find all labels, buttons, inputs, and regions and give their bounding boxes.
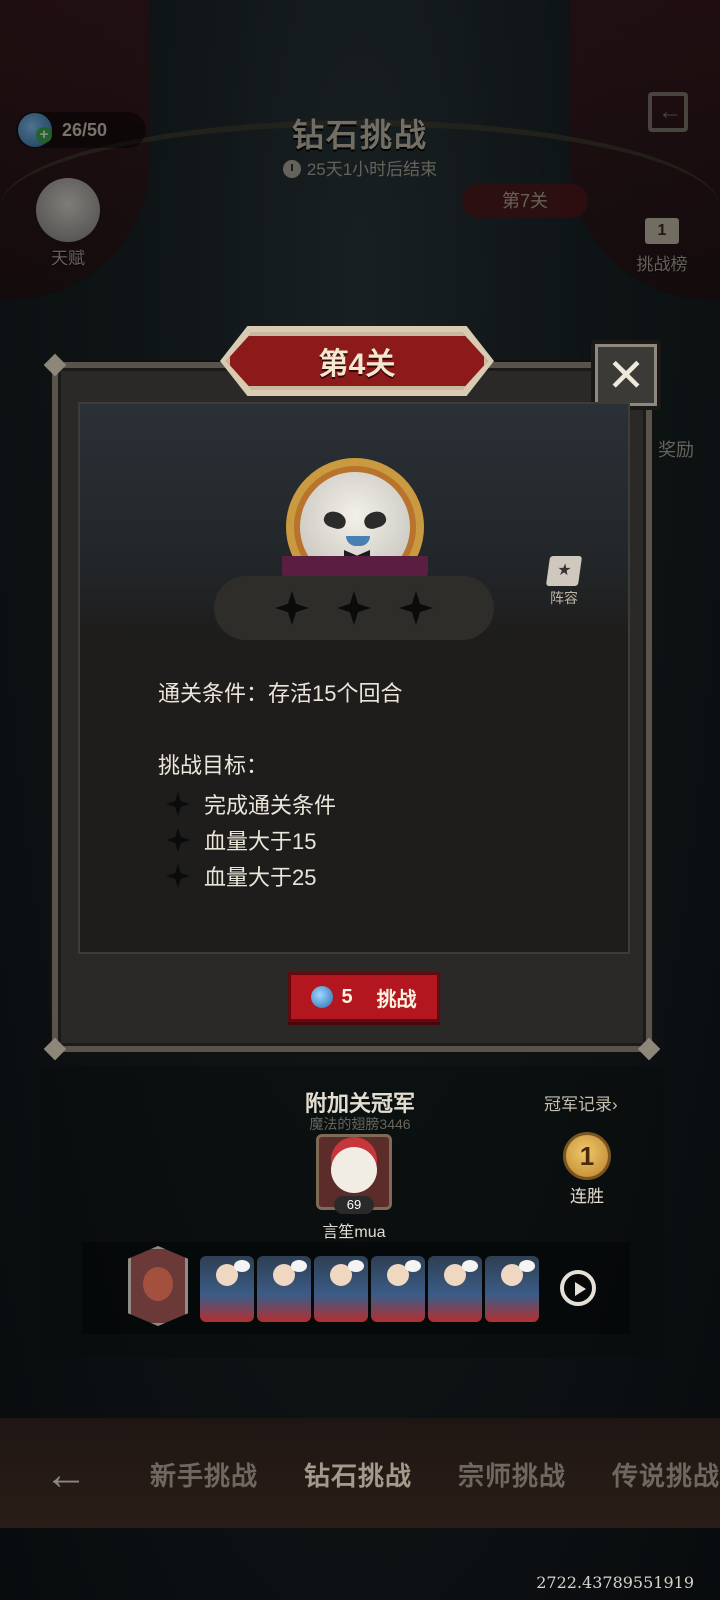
star-icon xyxy=(337,591,371,625)
goal-title: 挑战目标： xyxy=(158,753,269,778)
boss-eye xyxy=(362,508,388,532)
team-member-card[interactable] xyxy=(200,1256,254,1322)
star-rating xyxy=(214,576,494,640)
streak-medal-icon: 1 xyxy=(563,1132,611,1180)
star-icon xyxy=(166,792,190,816)
challenge-cost: 5 xyxy=(341,985,353,1008)
lineup-book-icon xyxy=(545,556,583,586)
champion-subtitle: 魔法的翅膀3446 xyxy=(309,1116,411,1132)
leader-face xyxy=(143,1267,173,1301)
back-arrow-icon[interactable]: ← xyxy=(44,1450,88,1500)
tab-diamond[interactable]: 钻石挑战 xyxy=(304,1456,412,1493)
tab-legend[interactable]: 传说挑战 xyxy=(612,1456,720,1493)
streak-label: 连胜 xyxy=(570,1187,604,1206)
champion-record-link[interactable]: 冠军记录› xyxy=(544,1090,618,1115)
challenge-label: 挑战 xyxy=(376,988,417,1011)
goal-text: 完成通关条件 xyxy=(204,793,337,818)
team-member-card[interactable] xyxy=(428,1256,482,1322)
goal-item: 血量大于15 xyxy=(166,822,336,858)
goal-item: 血量大于25 xyxy=(166,858,336,894)
difficulty-tabs: 新手挑战 钻石挑战 宗师挑战 传说挑战 xyxy=(150,1450,720,1500)
lineup-button[interactable]: 阵容 xyxy=(540,556,588,608)
champion-name: 言笙mua xyxy=(322,1224,386,1241)
star-icon xyxy=(166,864,190,888)
replay-icon[interactable] xyxy=(560,1270,596,1306)
clear-condition: 通关条件：存活15个回合 xyxy=(158,681,403,706)
lineup-label: 阵容 xyxy=(550,590,578,606)
team-leader-portrait[interactable] xyxy=(128,1246,188,1326)
close-button[interactable]: ✕ xyxy=(591,340,661,410)
boss-eye xyxy=(322,508,348,532)
boss-mouth xyxy=(346,536,370,546)
team-member-card[interactable] xyxy=(485,1256,539,1322)
goal-text: 血量大于25 xyxy=(204,865,317,890)
team-member-card[interactable] xyxy=(257,1256,311,1322)
team-members xyxy=(200,1256,539,1322)
coordinate-readout: 2722.43789551919 xyxy=(536,1573,694,1592)
star-icon xyxy=(275,591,309,625)
team-member-card[interactable] xyxy=(371,1256,425,1322)
goal-text: 血量大于15 xyxy=(204,829,317,854)
win-streak: 1 连胜 xyxy=(556,1132,618,1207)
stage-title-banner: 第4关 xyxy=(226,332,488,390)
champion-level-badge: 69 xyxy=(334,1196,374,1214)
stamina-potion-icon xyxy=(311,986,334,1008)
goal-list: 完成通关条件 血量大于15 血量大于25 xyxy=(166,786,336,894)
goal-item: 完成通关条件 xyxy=(166,786,336,822)
team-member-card[interactable] xyxy=(314,1256,368,1322)
avatar xyxy=(331,1147,377,1193)
challenge-button[interactable]: 5 挑战 xyxy=(288,972,440,1022)
tab-novice[interactable]: 新手挑战 xyxy=(150,1456,258,1493)
tab-master[interactable]: 宗师挑战 xyxy=(458,1456,566,1493)
star-icon xyxy=(166,828,190,852)
star-icon xyxy=(399,591,433,625)
